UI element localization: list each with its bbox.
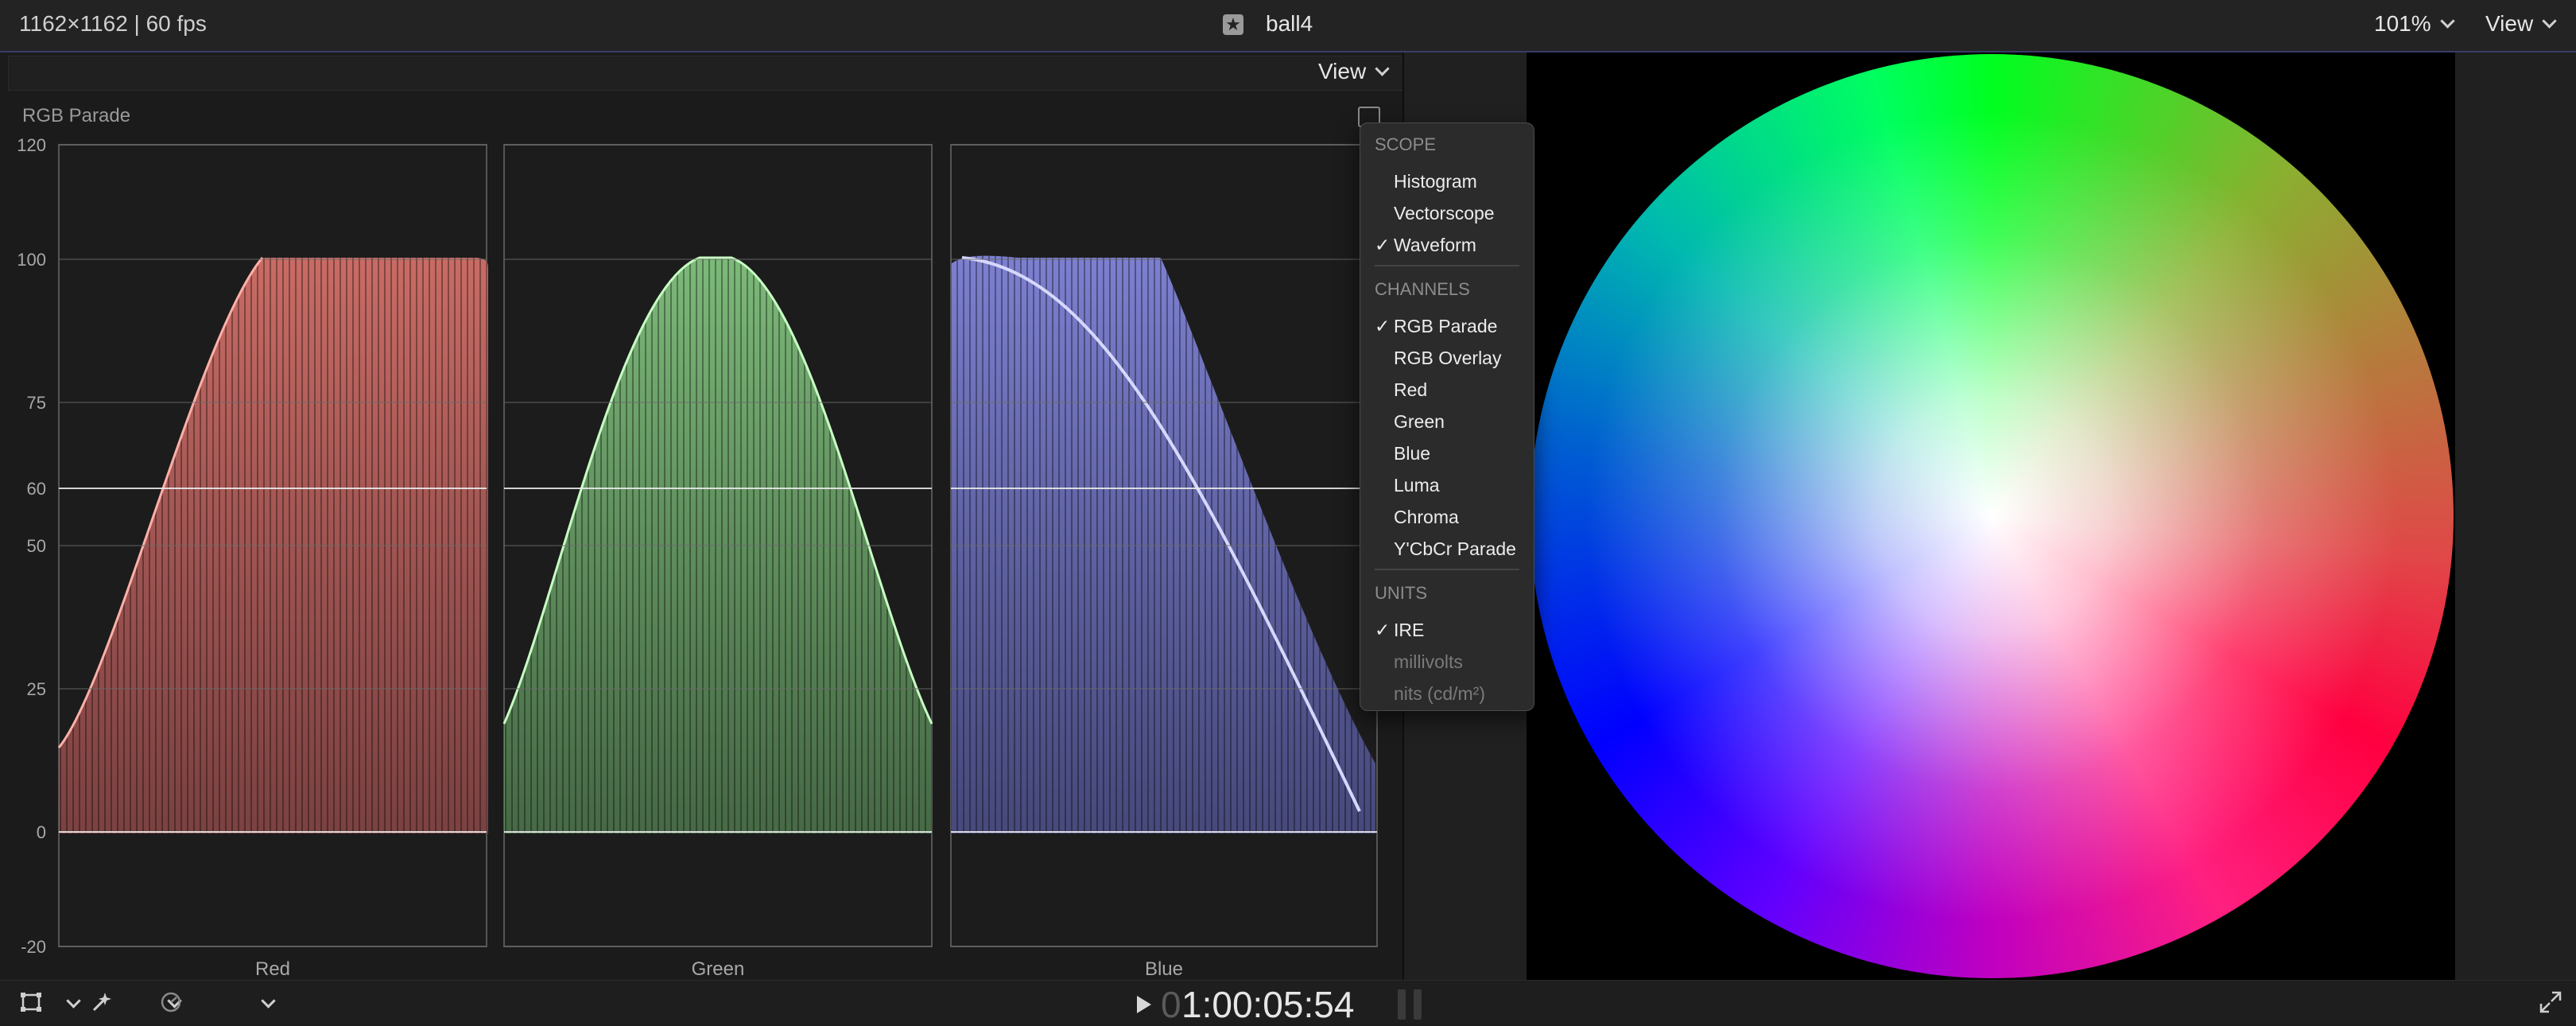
enhance-wand-icon[interactable] (89, 991, 113, 1013)
menu-item-label: Histogram (1394, 171, 1477, 192)
channel-label: Blue (1145, 958, 1183, 980)
audio-meter-right (1414, 989, 1422, 1020)
menu-separator (1375, 569, 1519, 570)
menu-item-label: Y'CbCr Parade (1394, 538, 1516, 559)
y-axis-label: 60 (27, 479, 46, 499)
menu-item-chroma[interactable]: Chroma (1360, 502, 1534, 534)
checkmark-icon: ✓ (1375, 620, 1391, 640)
rgb-parade-waveform: 120 100 75 60 50 25 0 -20 Red Green Blue (17, 135, 1378, 980)
chevron-down-icon (2439, 14, 2455, 29)
viewer-view-menu[interactable]: View (2485, 11, 2557, 37)
viewer-canvas[interactable] (1527, 52, 2455, 980)
y-axis-labels: 120 100 75 60 50 25 0 -20 (17, 135, 46, 957)
chevron-down-icon (1375, 61, 1390, 76)
channel-labels: Red Green Blue (255, 958, 1183, 980)
menu-item-waveform[interactable]: ✓ Waveform (1360, 230, 1534, 262)
timecode[interactable]: 1:00:05:54 (1181, 983, 1354, 1026)
menu-item-y-cbcr-parade[interactable]: Y'CbCr Parade (1360, 534, 1534, 565)
favorite-icon: ★ (1223, 14, 1243, 35)
scope-view-menu[interactable]: View (1318, 59, 1390, 84)
y-axis-label: 50 (27, 536, 46, 556)
menu-item-label: Chroma (1394, 507, 1459, 527)
y-axis-label: 100 (17, 250, 46, 270)
menu-item-red[interactable]: Red (1360, 375, 1534, 406)
menu-item-vectorscope[interactable]: Vectorscope (1360, 198, 1534, 230)
fullscreen-icon[interactable] (2539, 991, 2562, 1013)
channel-label: Green (692, 958, 745, 980)
menu-separator (1375, 265, 1519, 266)
menu-section-units: UNITS (1375, 583, 1427, 603)
channel-label: Red (255, 958, 290, 980)
speed-icon[interactable] (159, 991, 183, 1013)
menu-item-label: nits (cd/m²) (1394, 683, 1485, 704)
y-axis-label: 75 (27, 393, 46, 413)
menu-item-label: Luma (1394, 475, 1440, 496)
menu-item-rgb-overlay[interactable]: RGB Overlay (1360, 343, 1534, 375)
menu-item-label: IRE (1394, 620, 1425, 640)
audio-meter-left (1398, 989, 1406, 1020)
menu-item-blue[interactable]: Blue (1360, 438, 1534, 470)
menu-item-label: RGB Parade (1394, 316, 1498, 336)
menu-item-ire[interactable]: ✓ IRE (1360, 615, 1534, 647)
zoom-label: 101% (2374, 11, 2431, 36)
menu-item-label: Vectorscope (1394, 203, 1495, 223)
menu-item-label: RGB Overlay (1394, 348, 1502, 368)
menu-item-millivolts: millivolts (1360, 647, 1534, 678)
menu-item-label: millivolts (1394, 651, 1463, 672)
menu-section-channels: CHANNELS (1375, 279, 1470, 299)
view-label: View (2485, 11, 2534, 36)
format-readout: 1162×1162 | 60 fps (19, 11, 207, 36)
color-wheel-image (1530, 54, 2454, 978)
checkmark-icon: ✓ (1375, 316, 1391, 336)
y-axis-label: 0 (37, 822, 46, 842)
clip-name: ball4 (1266, 11, 1313, 36)
menu-section-scope: SCOPE (1375, 134, 1437, 154)
zoom-menu[interactable]: 101% (2374, 11, 2455, 37)
chevron-down-icon (2542, 14, 2557, 29)
menu-item-label: Blue (1394, 443, 1431, 464)
transform-icon[interactable] (19, 991, 43, 1013)
menu-item-green[interactable]: Green (1360, 406, 1534, 438)
menu-item-histogram[interactable]: Histogram (1360, 166, 1534, 198)
scope-toolbar (8, 56, 1404, 91)
menu-item-rgb-parade[interactable]: ✓ RGB Parade (1360, 311, 1534, 343)
y-axis-label: 25 (27, 679, 46, 699)
checkmark-icon: ✓ (1375, 235, 1391, 255)
menu-item-nits-cd-m: nits (cd/m²) (1360, 678, 1534, 710)
menu-item-label: Green (1394, 411, 1445, 432)
scope-title: RGB Parade (22, 105, 131, 126)
scope-settings-menu: SCOPE Histogram Vectorscope ✓ Waveform CHANNE… (1360, 122, 1534, 711)
y-axis-label: 120 (17, 135, 46, 155)
scope-view-label: View (1318, 59, 1367, 84)
y-axis-label: -20 (21, 937, 46, 957)
play-icon[interactable] (1137, 996, 1151, 1013)
timecode-leading: 0 (1161, 984, 1181, 1025)
menu-item-label: Waveform (1394, 235, 1476, 255)
menu-item-luma[interactable]: Luma (1360, 470, 1534, 502)
menu-item-label: Red (1394, 379, 1428, 400)
